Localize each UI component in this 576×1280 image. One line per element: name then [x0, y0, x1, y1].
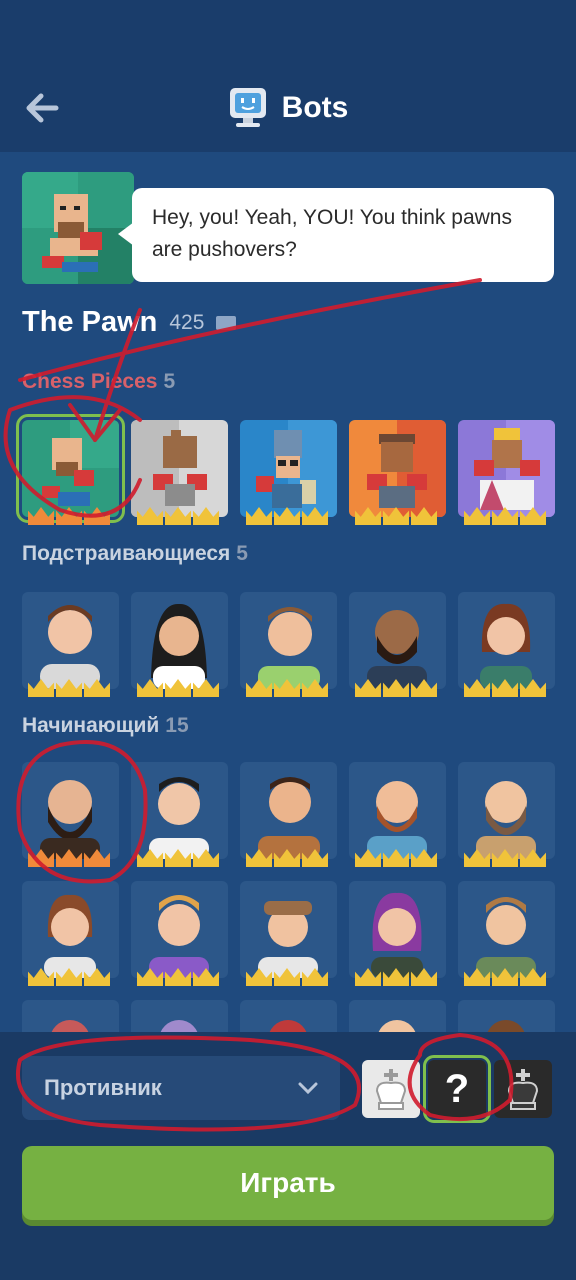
flag-icon: [216, 315, 237, 330]
bot-tile-knight[interactable]: [131, 420, 228, 525]
page-title: Bots: [281, 91, 349, 124]
bot-tile-beginner-14[interactable]: [349, 1000, 446, 1032]
bot-name: The Pawn: [22, 306, 158, 338]
bot-tile-beginner-1[interactable]: [22, 762, 119, 867]
header: Bots: [0, 64, 576, 152]
bot-tile-adaptive-3[interactable]: [240, 592, 337, 697]
bot-tile-beginner-13[interactable]: [240, 1000, 337, 1032]
bot-tile-beginner-11[interactable]: [22, 1000, 119, 1032]
bot-tile-beginner-4[interactable]: [349, 762, 446, 867]
chess-pieces-grid: [16, 414, 555, 525]
arrow-left-icon: [26, 93, 59, 123]
bot-tile-beginner-3[interactable]: [240, 762, 337, 867]
bot-tile-adaptive-4[interactable]: [349, 592, 446, 697]
bot-tile-bishop[interactable]: [240, 420, 337, 525]
opponent-label: Противник: [44, 1075, 162, 1100]
play-white-button[interactable]: [362, 1060, 420, 1118]
play-black-button[interactable]: [494, 1060, 552, 1118]
bot-tile-adaptive-2[interactable]: [131, 592, 228, 697]
section-chess-pieces: Chess Pieces 5: [22, 370, 176, 393]
bot-tile-beginner-10[interactable]: [458, 881, 555, 986]
bot-speech-bubble: Hey, you! Yeah, YOU! You think pawns are…: [118, 188, 554, 282]
section-beginner: Начинающий 15: [22, 714, 189, 737]
bot-rating: 425: [169, 310, 205, 334]
bot-tile-beginner-15[interactable]: [458, 1000, 555, 1032]
adaptive-grid: [22, 592, 555, 697]
bottom-bar: Противник ? Играть: [0, 1032, 576, 1280]
bots-content: Hey, you! Yeah, YOU! You think pawns are…: [0, 152, 576, 1032]
black-king-icon: [507, 1069, 539, 1110]
robot-monitor-icon: [229, 88, 266, 127]
back-button[interactable]: [22, 88, 62, 128]
status-bar: [0, 0, 576, 64]
opponent-select[interactable]: Противник: [22, 1056, 340, 1120]
bot-tile-beginner-9[interactable]: [349, 881, 446, 986]
bot-tile-adaptive-1[interactable]: [22, 592, 119, 697]
bot-tile-beginner-8[interactable]: [240, 881, 337, 986]
bot-tile-pawn[interactable]: [16, 414, 125, 525]
play-random-side-button[interactable]: ?: [423, 1055, 491, 1123]
bot-tile-rook[interactable]: [349, 420, 446, 525]
bot-tile-beginner-2[interactable]: [131, 762, 228, 867]
bot-tile-beginner-6[interactable]: [22, 881, 119, 986]
chevron-down-icon: [298, 1082, 318, 1095]
play-button[interactable]: Играть: [22, 1146, 554, 1220]
bot-tile-queen[interactable]: [458, 420, 555, 525]
question-mark-icon: ?: [444, 1066, 470, 1111]
white-king-icon: [375, 1069, 407, 1110]
section-adaptive: Подстраивающиеся 5: [22, 542, 248, 565]
beginner-grid: [22, 762, 555, 1032]
bot-tile-beginner-7[interactable]: [131, 881, 228, 986]
bot-tile-beginner-5[interactable]: [458, 762, 555, 867]
bot-tile-adaptive-5[interactable]: [458, 592, 555, 697]
bot-tile-beginner-12[interactable]: [131, 1000, 228, 1032]
